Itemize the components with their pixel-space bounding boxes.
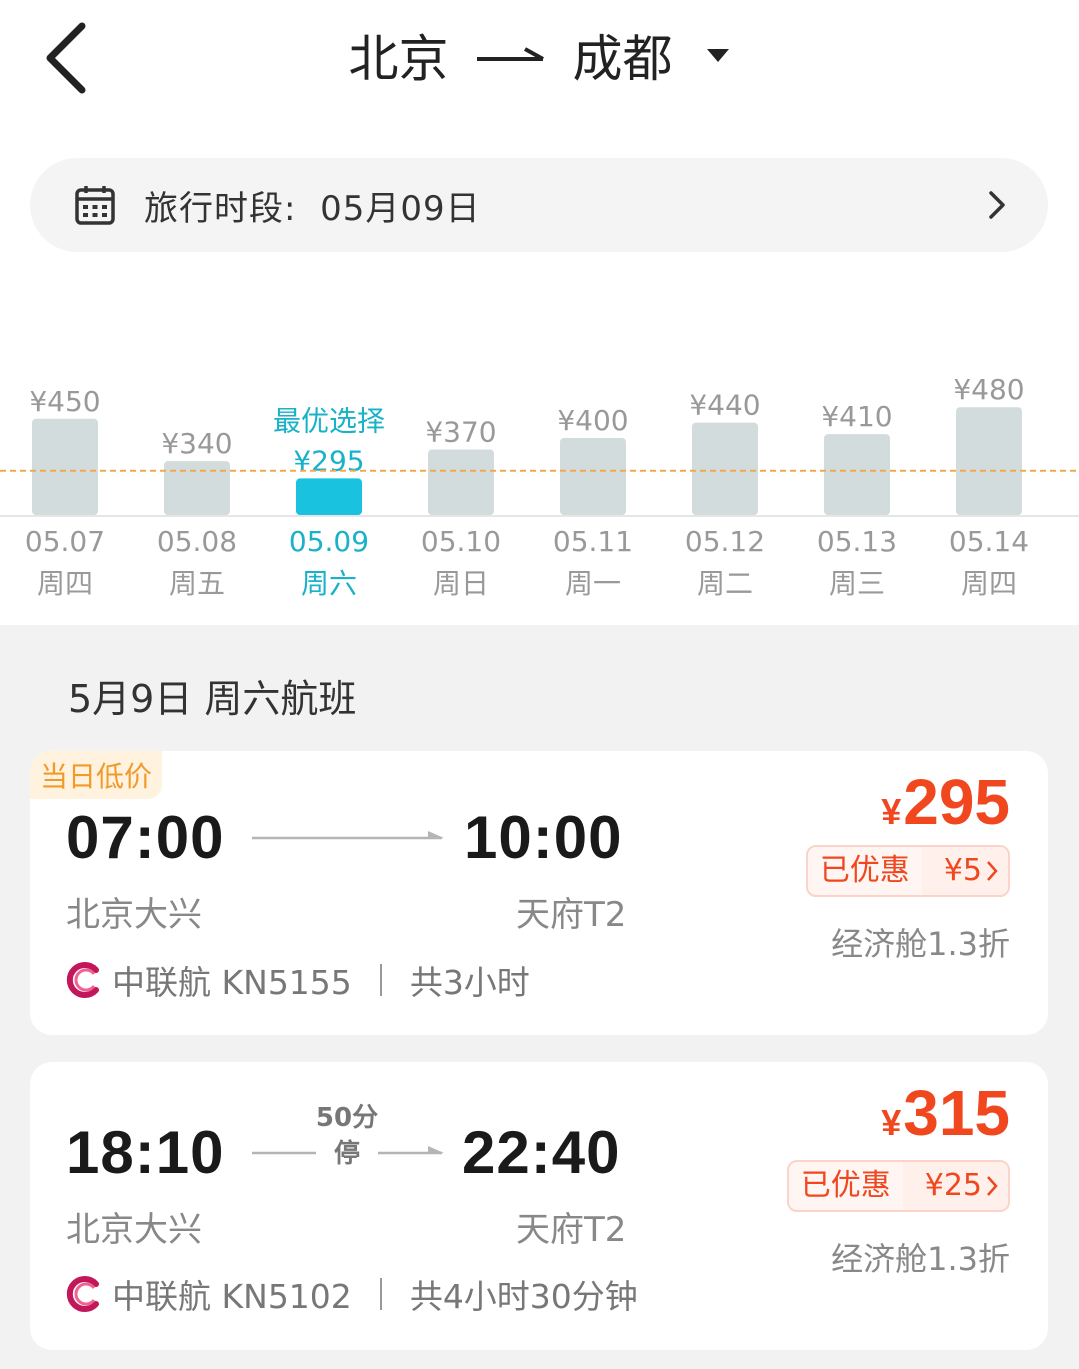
date-tick-label: 05.14: [949, 525, 1029, 558]
discount-amount: ¥25: [902, 1162, 1008, 1210]
travel-date-selector[interactable]: 旅行时段: 05月09日: [30, 158, 1048, 252]
departure-time: 07:00: [66, 804, 225, 871]
discount-tag[interactable]: 已优惠 ¥25: [786, 1160, 1010, 1212]
discount-label: 已优惠: [819, 853, 910, 888]
flight-card[interactable]: 当日低价 07:00 10:00 北京大兴 天府T2 中联航 KN5155 共3…: [30, 751, 1048, 1035]
price-label: ¥480: [953, 373, 1024, 406]
chevron-right-icon: [989, 191, 1005, 219]
weekday-tick-label: 周五: [169, 567, 225, 600]
price-label: ¥410: [821, 400, 892, 433]
travel-date-value: 05月09日: [320, 188, 481, 229]
caret-down-icon[interactable]: [705, 47, 731, 63]
discount-label: 已优惠: [800, 1168, 891, 1203]
flight-duration: 共4小时30分钟: [409, 1277, 638, 1316]
header: 北京 成都: [0, 0, 1079, 120]
arrival-time: 10:00: [464, 804, 623, 871]
flight-duration: 共3小时: [409, 963, 530, 1002]
weekday-tick-label: 周二: [697, 567, 753, 600]
flight-arrow-icon: [252, 831, 444, 840]
date-tick-label: 05.09: [289, 525, 369, 558]
best-choice-label: 最优选择: [273, 404, 385, 437]
date-tick-label: 05.11: [553, 525, 633, 558]
weekday-tick-label: 周一: [565, 567, 621, 600]
calendar-icon: [75, 186, 115, 225]
travel-date-label: 旅行时段: 05月09日: [144, 188, 481, 229]
price-bar[interactable]: [956, 407, 1022, 515]
date-tick-label: 05.13: [817, 525, 897, 558]
from-city: 北京: [348, 30, 449, 88]
meta-divider: [379, 964, 382, 996]
departure-airport: 北京大兴: [66, 895, 202, 935]
price-label: ¥295: [293, 444, 364, 477]
chevron-right-icon: [987, 1176, 998, 1196]
departure-airport: 北京大兴: [66, 1210, 202, 1250]
price-label: ¥450: [29, 385, 100, 418]
date-tick-label: 05.08: [157, 525, 237, 558]
flight-meta: 中联航 KN5102 共4小时30分钟: [64, 1270, 638, 1318]
discount-tag[interactable]: 已优惠 ¥5: [805, 845, 1010, 897]
arrival-airport: 天府T2: [516, 1210, 627, 1250]
meta-divider: [379, 1278, 382, 1310]
flight-card[interactable]: 18:10 50分 停 22:40 北京大兴 天府T2 中联航 KN5102 共…: [30, 1062, 1048, 1350]
price-label: ¥340: [161, 427, 232, 460]
arrival-airport: 天府T2: [516, 895, 627, 935]
price-label: ¥400: [557, 404, 628, 437]
weekday-tick-label: 周日: [433, 567, 489, 600]
section-title: 5月9日 周六航班: [68, 677, 357, 721]
weekday-tick-label: 周四: [37, 567, 93, 600]
flight-price: ¥315: [881, 1077, 1010, 1149]
stopover-info: 50分 停: [315, 1103, 379, 1169]
date-tick-label: 05.10: [421, 525, 501, 558]
price-bar[interactable]: [692, 422, 758, 515]
cabin-class: 经济舱1.3折: [831, 1240, 1010, 1278]
date-tick-label: 05.07: [25, 525, 105, 558]
weekday-tick-label: 周六: [301, 567, 357, 600]
price-bar[interactable]: [32, 418, 98, 515]
price-bar[interactable]: [428, 449, 494, 515]
cabin-class: 经济舱1.3折: [831, 925, 1010, 963]
price-bar[interactable]: [824, 434, 890, 515]
price-calendar-chart: ¥450 05.07 周四 ¥340 05.08 周五 ¥295 最优选择 05.09 周六 ¥37…: [0, 330, 1079, 625]
airline-logo-icon: [66, 1276, 99, 1312]
route-arrow-icon: [476, 47, 544, 61]
weekday-tick-label: 周四: [961, 567, 1017, 600]
flight-meta: 中联航 KN5155 共3小时: [64, 956, 530, 1004]
to-city: 成都: [572, 30, 673, 88]
departure-time: 18:10: [66, 1119, 225, 1186]
weekday-tick-label: 周三: [829, 567, 885, 600]
price-bar[interactable]: [164, 461, 230, 515]
date-tick-label: 05.12: [685, 525, 765, 558]
airline-flight-number: 中联航 KN5155: [112, 963, 352, 1002]
price-label: ¥370: [425, 416, 496, 449]
airline-logo-icon: [66, 962, 99, 998]
airline-flight-number: 中联航 KN5102: [112, 1277, 352, 1316]
price-label: ¥440: [689, 389, 760, 422]
price-bar[interactable]: [296, 478, 362, 515]
arrival-time: 22:40: [462, 1119, 621, 1186]
price-chart-svg: ¥450 05.07 周四 ¥340 05.08 周五 ¥295 最优选择 05.09 周六 ¥37…: [0, 373, 1079, 600]
route-selector[interactable]: 北京 成都: [0, 20, 1079, 90]
discount-amount: ¥5: [921, 847, 1008, 895]
chevron-right-icon: [987, 861, 998, 881]
low-price-badge: 当日低价: [30, 751, 163, 799]
flight-search-page: 北京 成都 旅行时段: 05月09日 ¥450 05.07 周四 ¥340 05…: [0, 0, 1079, 1369]
price-bar[interactable]: [560, 438, 626, 515]
flight-price: ¥295: [881, 766, 1010, 838]
